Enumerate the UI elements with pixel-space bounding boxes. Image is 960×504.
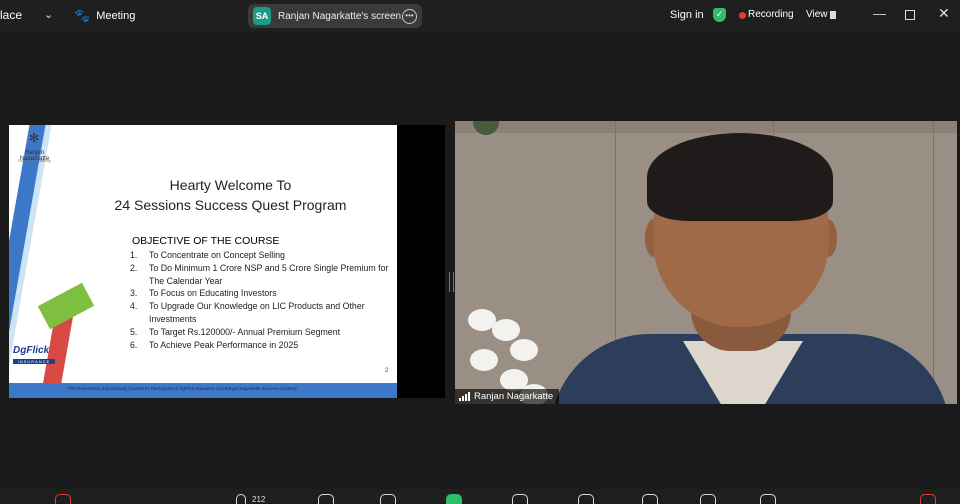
view-layout-icon[interactable]: [830, 11, 836, 19]
shared-screen-margin: [397, 125, 445, 398]
meeting-toolbar: [0, 489, 960, 503]
academy-subtitle: Success Academy: [18, 158, 51, 163]
avatar: SA: [253, 7, 271, 25]
sign-in-link[interactable]: Sign in: [670, 9, 704, 21]
speaker-hair: [647, 133, 833, 221]
meeting-menu-button[interactable]: 🐾 Meeting: [74, 8, 135, 24]
signal-strength-icon: [459, 392, 470, 401]
participant-name: Ranjan Nagarkatte: [474, 391, 554, 402]
objective-list: 1. To Concentrate on Concept Selling 2. To…: [130, 249, 392, 351]
minimize-icon[interactable]: —: [873, 6, 886, 21]
list-item: 1. To Concentrate on Concept Selling: [130, 250, 285, 260]
list-item: 3. To Focus on Educating Investors: [130, 288, 277, 299]
shield-icon[interactable]: ✓: [713, 8, 726, 22]
list-item: 4. To Upgrade Our Knowledge on LIC Produc…: [130, 301, 365, 324]
participant-video[interactable]: [455, 121, 957, 404]
list-item: 5. To Target Rs.120000/- Annual Premium S…: [130, 326, 341, 337]
paw-icon: 🐾: [74, 8, 91, 23]
recording-label[interactable]: Recording: [748, 9, 794, 20]
recording-dot-icon: [739, 12, 746, 19]
slide-footer: This Presentation is Exclusively Created…: [9, 383, 397, 398]
chevron-down-icon[interactable]: ⌄: [44, 8, 53, 21]
dgflick-logo: DgFlick INSURANCE: [13, 340, 55, 364]
wall-seam: [933, 121, 934, 404]
app-name: lace: [0, 8, 23, 22]
shared-screen[interactable]: ✻ Ranjan Nagarkatte Success Academy DgFl…: [9, 125, 397, 398]
screen-share-indicator[interactable]: SA Ranjan Nagarkatte's screen •••: [248, 4, 422, 28]
title-bar: lace ⌄ 🐾 Meeting SA Ranjan Nagarkatte's …: [0, 0, 960, 32]
close-icon[interactable]: ✕: [938, 5, 950, 22]
slide-title-line2: 24 Sessions Success Quest Program: [114, 197, 347, 213]
resize-handle[interactable]: [449, 272, 454, 292]
more-options-icon[interactable]: •••: [402, 9, 417, 24]
screen-share-label: Ranjan Nagarkatte's screen: [278, 10, 402, 22]
objective-heading: OBJECTIVE OF THE COURSE: [132, 235, 280, 247]
academy-logo-icon: ✻: [28, 131, 40, 145]
participant-nameplate: Ranjan Nagarkatte: [455, 389, 560, 404]
list-item: 6. To Achieve Peak Performance in 2025: [130, 339, 299, 350]
maximize-icon[interactable]: [905, 10, 915, 20]
slide-footer-text: This Presentation is Exclusively Created…: [67, 386, 297, 391]
video-shelf: [455, 121, 957, 133]
slide-page-number: 2: [385, 368, 389, 374]
view-button[interactable]: View: [806, 9, 828, 20]
list-item: 2. To Do Minimum 1 Crore NSP and 5 Crore …: [130, 262, 389, 286]
slide-title-line1: Hearty Welcome To: [169, 177, 292, 193]
meeting-label: Meeting: [96, 10, 136, 22]
